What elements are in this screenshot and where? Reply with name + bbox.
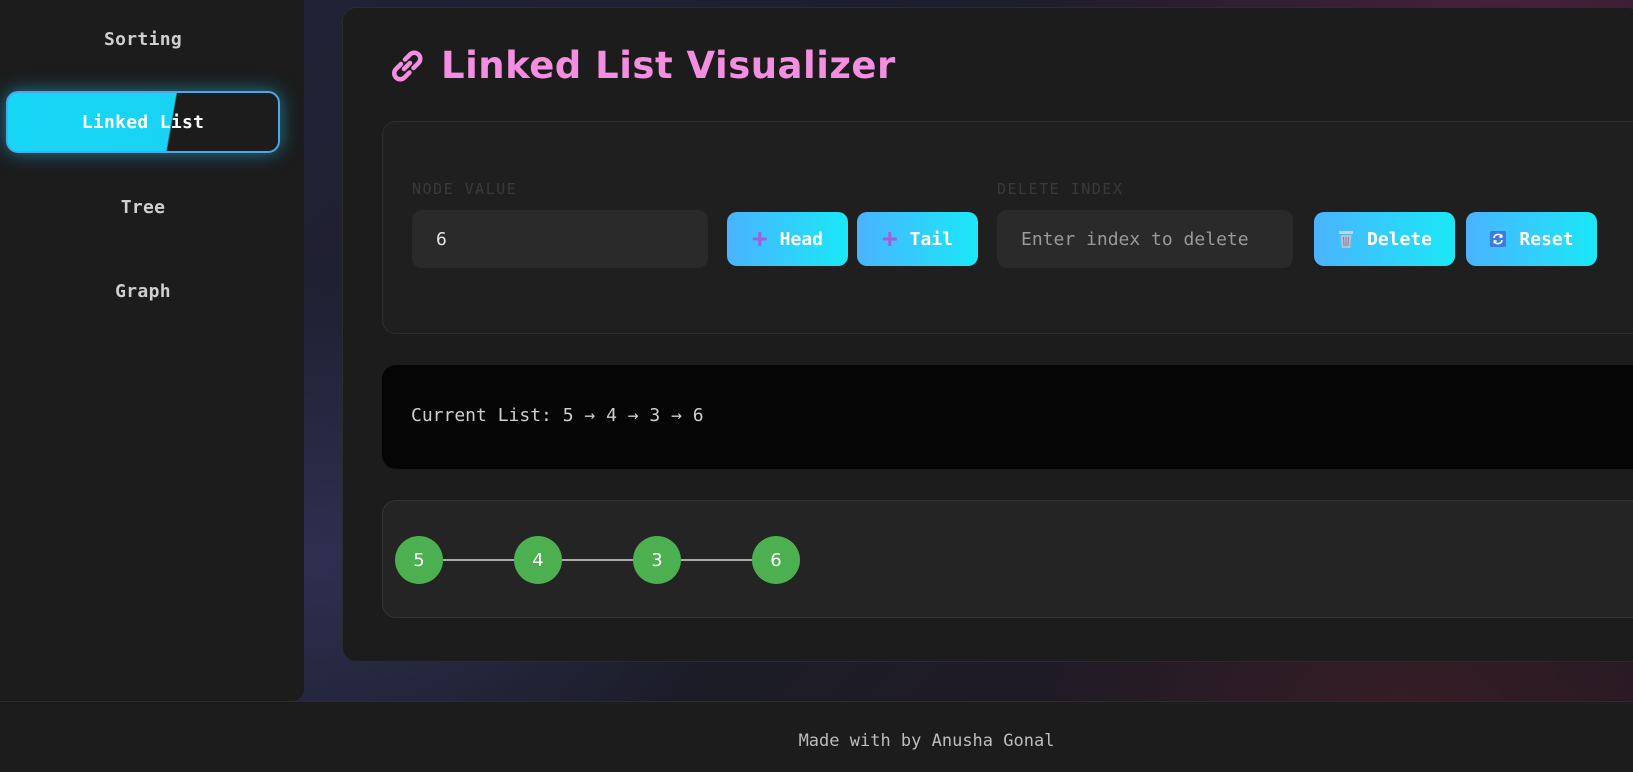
list-node: 3 <box>633 536 681 584</box>
linked-list-visualization: 5 4 3 6 <box>382 500 1633 618</box>
footer-text: Made with by Anusha Gonal <box>798 731 1055 751</box>
delete-index-input[interactable] <box>997 210 1293 268</box>
list-node: 6 <box>752 536 800 584</box>
node-value-label: NODE VALUE <box>412 180 518 198</box>
list-node-value: 6 <box>770 550 781 571</box>
plus-icon: + <box>751 224 768 254</box>
page-title-text: Linked List Visualizer <box>441 44 896 87</box>
add-head-label: Head <box>779 228 823 250</box>
sidebar-item-linked-list[interactable]: Linked List <box>6 91 280 153</box>
list-node-value: 4 <box>532 550 543 571</box>
delete-label: Delete <box>1366 228 1433 250</box>
linked-list-canvas: 5 4 3 6 <box>395 536 800 584</box>
list-node: 4 <box>514 536 562 584</box>
refresh-icon <box>1489 230 1507 248</box>
add-head-button[interactable]: + Head <box>727 212 848 266</box>
list-node-value: 3 <box>651 550 662 571</box>
add-tail-button[interactable]: + Tail <box>857 212 978 266</box>
node-value-input[interactable] <box>412 210 708 268</box>
list-node: 5 <box>395 536 443 584</box>
add-tail-label: Tail <box>909 228 953 250</box>
plus-icon: + <box>881 224 898 254</box>
main-panel: Linked List Visualizer NODE VALUE + Head… <box>342 7 1633 662</box>
sidebar-item-label: Linked List <box>81 111 205 133</box>
sidebar-item-label: Sorting <box>104 28 182 50</box>
reset-label: Reset <box>1519 228 1574 250</box>
sidebar-item-graph[interactable]: Graph <box>6 260 280 322</box>
controls-panel: NODE VALUE + Head + Tail DELETE INDEX De… <box>382 121 1633 334</box>
delete-button[interactable]: Delete <box>1314 212 1455 266</box>
page-title: Linked List Visualizer <box>387 44 896 87</box>
sidebar-item-label: Tree <box>120 196 166 218</box>
reset-button[interactable]: Reset <box>1466 212 1597 266</box>
current-list-box: Current List: 5 → 4 → 3 → 6 <box>382 365 1633 469</box>
sidebar-item-tree[interactable]: Tree <box>6 176 280 238</box>
sidebar-item-label: Graph <box>115 280 171 302</box>
list-node-value: 5 <box>413 550 424 571</box>
delete-index-label: DELETE INDEX <box>997 180 1124 198</box>
sidebar: Sorting Linked List Tree Graph <box>0 0 304 701</box>
sidebar-item-sorting[interactable]: Sorting <box>6 8 280 70</box>
current-list-text: Current List: 5 → 4 → 3 → 6 <box>411 405 704 426</box>
footer: Made with by Anusha Gonal <box>0 701 1633 772</box>
trash-icon <box>1337 229 1355 249</box>
link-icon <box>392 50 423 81</box>
